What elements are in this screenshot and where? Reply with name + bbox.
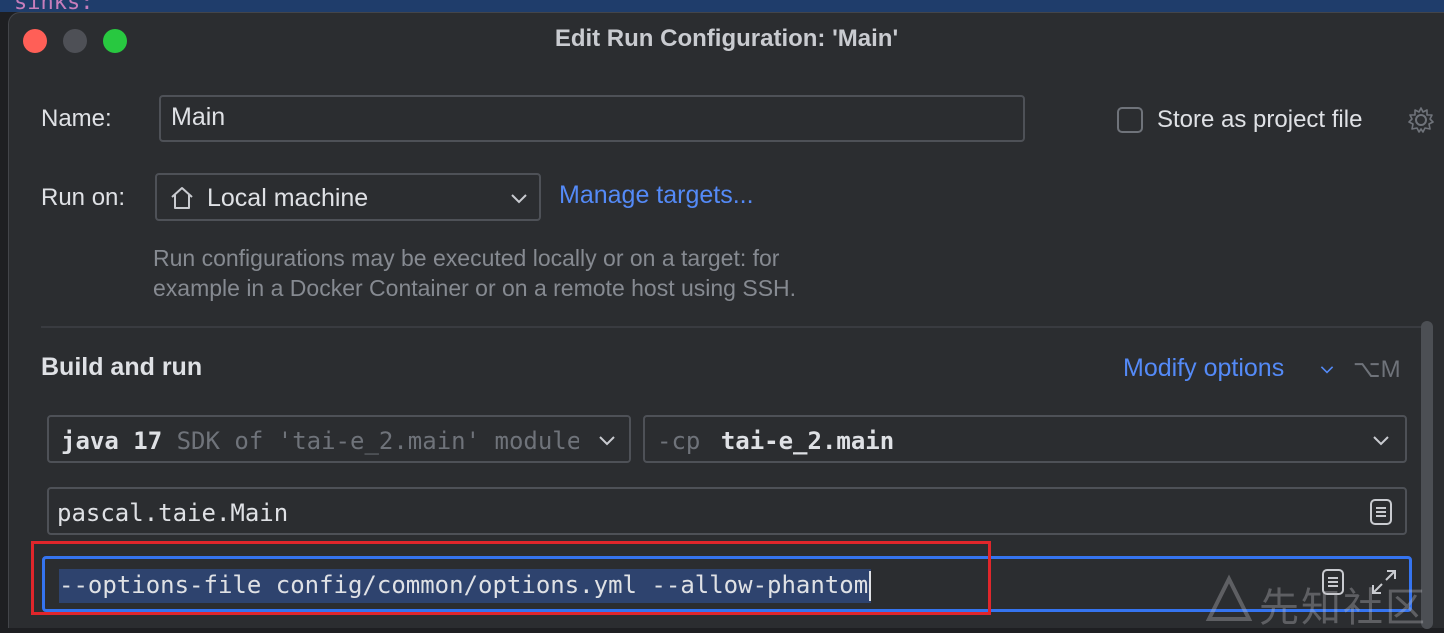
main-class-field[interactable]: pascal.taie.Main bbox=[47, 487, 1407, 535]
chevron-down-icon bbox=[511, 194, 527, 204]
modify-options-shortcut: ⌥M bbox=[1353, 356, 1401, 383]
name-input[interactable]: Main bbox=[159, 95, 1025, 142]
watermark-text: 先知社区 bbox=[1259, 586, 1427, 630]
divider bbox=[41, 326, 1421, 328]
jdk-description: SDK of 'tai-e_2.main' module bbox=[176, 427, 582, 455]
manage-targets-link[interactable]: Manage targets... bbox=[559, 181, 754, 210]
document-icon[interactable] bbox=[1369, 499, 1393, 525]
name-label: Name: bbox=[41, 105, 112, 132]
classpath-text: -cp tai-e_2.main bbox=[657, 427, 894, 455]
run-on-hint: Run configurations may be executed local… bbox=[153, 243, 796, 303]
chevron-down-icon bbox=[1373, 436, 1389, 446]
background-editor-strip: sinks: bbox=[0, 0, 1444, 15]
cp-flag: -cp bbox=[657, 427, 701, 455]
modify-options-link[interactable]: Modify options bbox=[1123, 354, 1284, 383]
home-icon bbox=[171, 187, 193, 209]
section-title: Build and run bbox=[41, 353, 203, 381]
cp-module: tai-e_2.main bbox=[720, 427, 895, 455]
classpath-dropdown[interactable]: -cp tai-e_2.main bbox=[643, 415, 1407, 463]
run-config-dialog: Edit Run Configuration: 'Main' Name: Mai… bbox=[8, 12, 1444, 630]
chevron-down-icon[interactable] bbox=[1319, 365, 1335, 375]
jdk-dropdown[interactable]: java 17 SDK of 'tai-e_2.main' module bbox=[47, 415, 631, 463]
hint-line-2: example in a Docker Container or on a re… bbox=[153, 275, 797, 301]
chevron-down-icon bbox=[599, 436, 615, 446]
store-as-project-file-checkbox[interactable] bbox=[1117, 107, 1143, 133]
dialog-title: Edit Run Configuration: 'Main' bbox=[554, 25, 899, 52]
run-on-value: Local machine bbox=[207, 184, 369, 212]
gear-icon[interactable] bbox=[1406, 105, 1436, 135]
run-on-dropdown[interactable]: Local machine bbox=[155, 173, 541, 221]
highlight-annotation-box bbox=[31, 541, 991, 615]
watermark-logo-icon bbox=[1205, 574, 1253, 621]
hint-line-1: Run configurations may be executed local… bbox=[153, 245, 780, 271]
jdk-version: java 17 bbox=[61, 427, 163, 455]
run-on-label: Run on: bbox=[41, 184, 126, 211]
store-as-project-file-label: Store as project file bbox=[1157, 106, 1363, 133]
main-class-value: pascal.taie.Main bbox=[57, 499, 289, 527]
jdk-text: java 17 SDK of 'tai-e_2.main' module bbox=[61, 427, 581, 455]
